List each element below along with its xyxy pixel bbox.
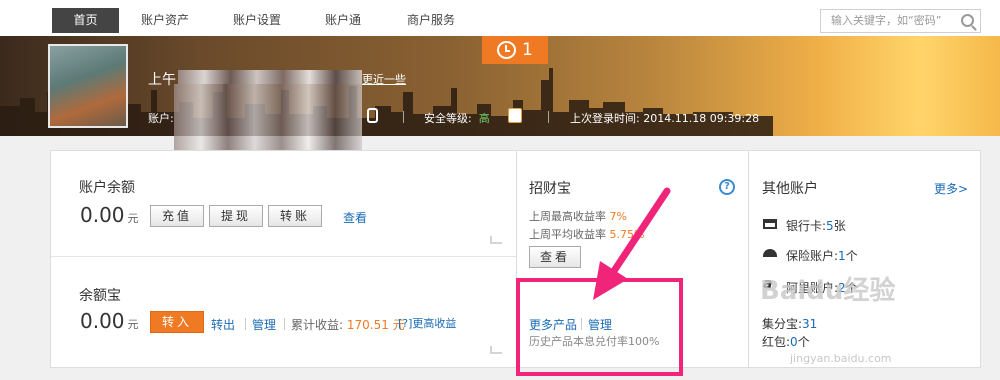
insurance-row: 保险账户:1个: [786, 249, 858, 263]
search-input[interactable]: 输入关键字，如“密码”: [820, 9, 981, 33]
yuebao-title: 余额宝: [79, 288, 121, 304]
higher-income-link[interactable]: [?]更高收益: [398, 315, 456, 331]
withdraw-button[interactable]: 提现: [209, 205, 263, 227]
enter-icon: [490, 346, 502, 354]
security-level-value: 高: [478, 112, 490, 125]
tab-account-assets[interactable]: 账户资产: [131, 8, 199, 33]
search-placeholder: 输入关键字，如“密码”: [831, 14, 942, 27]
transfer-out-link[interactable]: 转出: [211, 316, 235, 333]
tab-merchant-services[interactable]: 商户服务: [397, 8, 465, 33]
tab-account-link[interactable]: 账户通: [315, 8, 371, 33]
pointer-arrow-icon: [593, 187, 671, 300]
phone-icon[interactable]: [367, 108, 378, 123]
help-icon[interactable]: ?: [719, 179, 735, 195]
bank-card-row: 银行卡:5张: [786, 219, 846, 233]
umbrella-icon: [763, 249, 777, 257]
points-value[interactable]: 31: [802, 317, 817, 331]
more-accounts-link[interactable]: 更多>: [934, 180, 968, 197]
other-accounts-title: 其他账户: [762, 181, 818, 197]
tab-account-settings[interactable]: 账户设置: [223, 8, 291, 33]
greeting-link[interactable]: 更近一些: [362, 71, 406, 87]
security-level: 安全等级: 高: [424, 112, 490, 125]
avatar[interactable]: [48, 44, 128, 128]
baidu-watermark-logo: Baidu经验: [760, 276, 896, 306]
redpacket-value[interactable]: 0: [790, 335, 798, 349]
yuebao-income: 累计收益: 170.51 元: [291, 318, 405, 332]
account-label: 账户:: [148, 112, 174, 125]
last-login: 上次登录时间: 2014.11.18 09:39:28: [570, 112, 760, 125]
bank-card-count[interactable]: 5: [826, 219, 834, 233]
notification-button[interactable]: 1: [482, 36, 548, 64]
redpacket-row: 红包:0个: [762, 335, 810, 349]
yuebao-income-value: 170.51 元: [346, 318, 405, 332]
divider: [245, 318, 246, 330]
baidu-watermark-url: jingyan.baidu.com: [790, 352, 892, 365]
points-row: 集分宝:31: [762, 317, 818, 331]
last-login-time: 2014.11.18 09:39:28: [643, 112, 760, 125]
alarm-clock-icon: [497, 41, 516, 59]
balance-amount: 0.00 元: [80, 203, 139, 227]
greeting-text: 上午: [148, 72, 176, 88]
divider: [548, 111, 549, 123]
security-shield-icon[interactable]: [508, 108, 522, 123]
bank-card-icon: [763, 219, 777, 229]
transfer-button[interactable]: 转账: [268, 205, 322, 227]
search-icon[interactable]: [961, 14, 974, 27]
transfer-in-button[interactable]: 转入: [150, 311, 204, 333]
blurred-username: [178, 70, 362, 84]
view-balance-link[interactable]: 查看: [343, 209, 367, 226]
enter-icon: [490, 236, 502, 244]
divider: [51, 256, 516, 257]
recharge-button[interactable]: 充值: [150, 205, 204, 227]
blurred-account-info: [174, 84, 362, 156]
tab-home[interactable]: 首页: [52, 8, 119, 33]
yuebao-amount: 0.00 元: [80, 309, 139, 333]
balance-title: 账户余额: [79, 180, 135, 196]
divider: [284, 318, 285, 330]
insurance-count[interactable]: 1: [838, 249, 846, 263]
notification-count: 1: [522, 40, 533, 60]
yuebao-manage-link[interactable]: 管理: [252, 316, 276, 333]
divider: [403, 111, 404, 123]
top-nav: 首页 账户资产 账户设置 账户通 商户服务 输入关键字，如“密码”: [0, 0, 1000, 40]
